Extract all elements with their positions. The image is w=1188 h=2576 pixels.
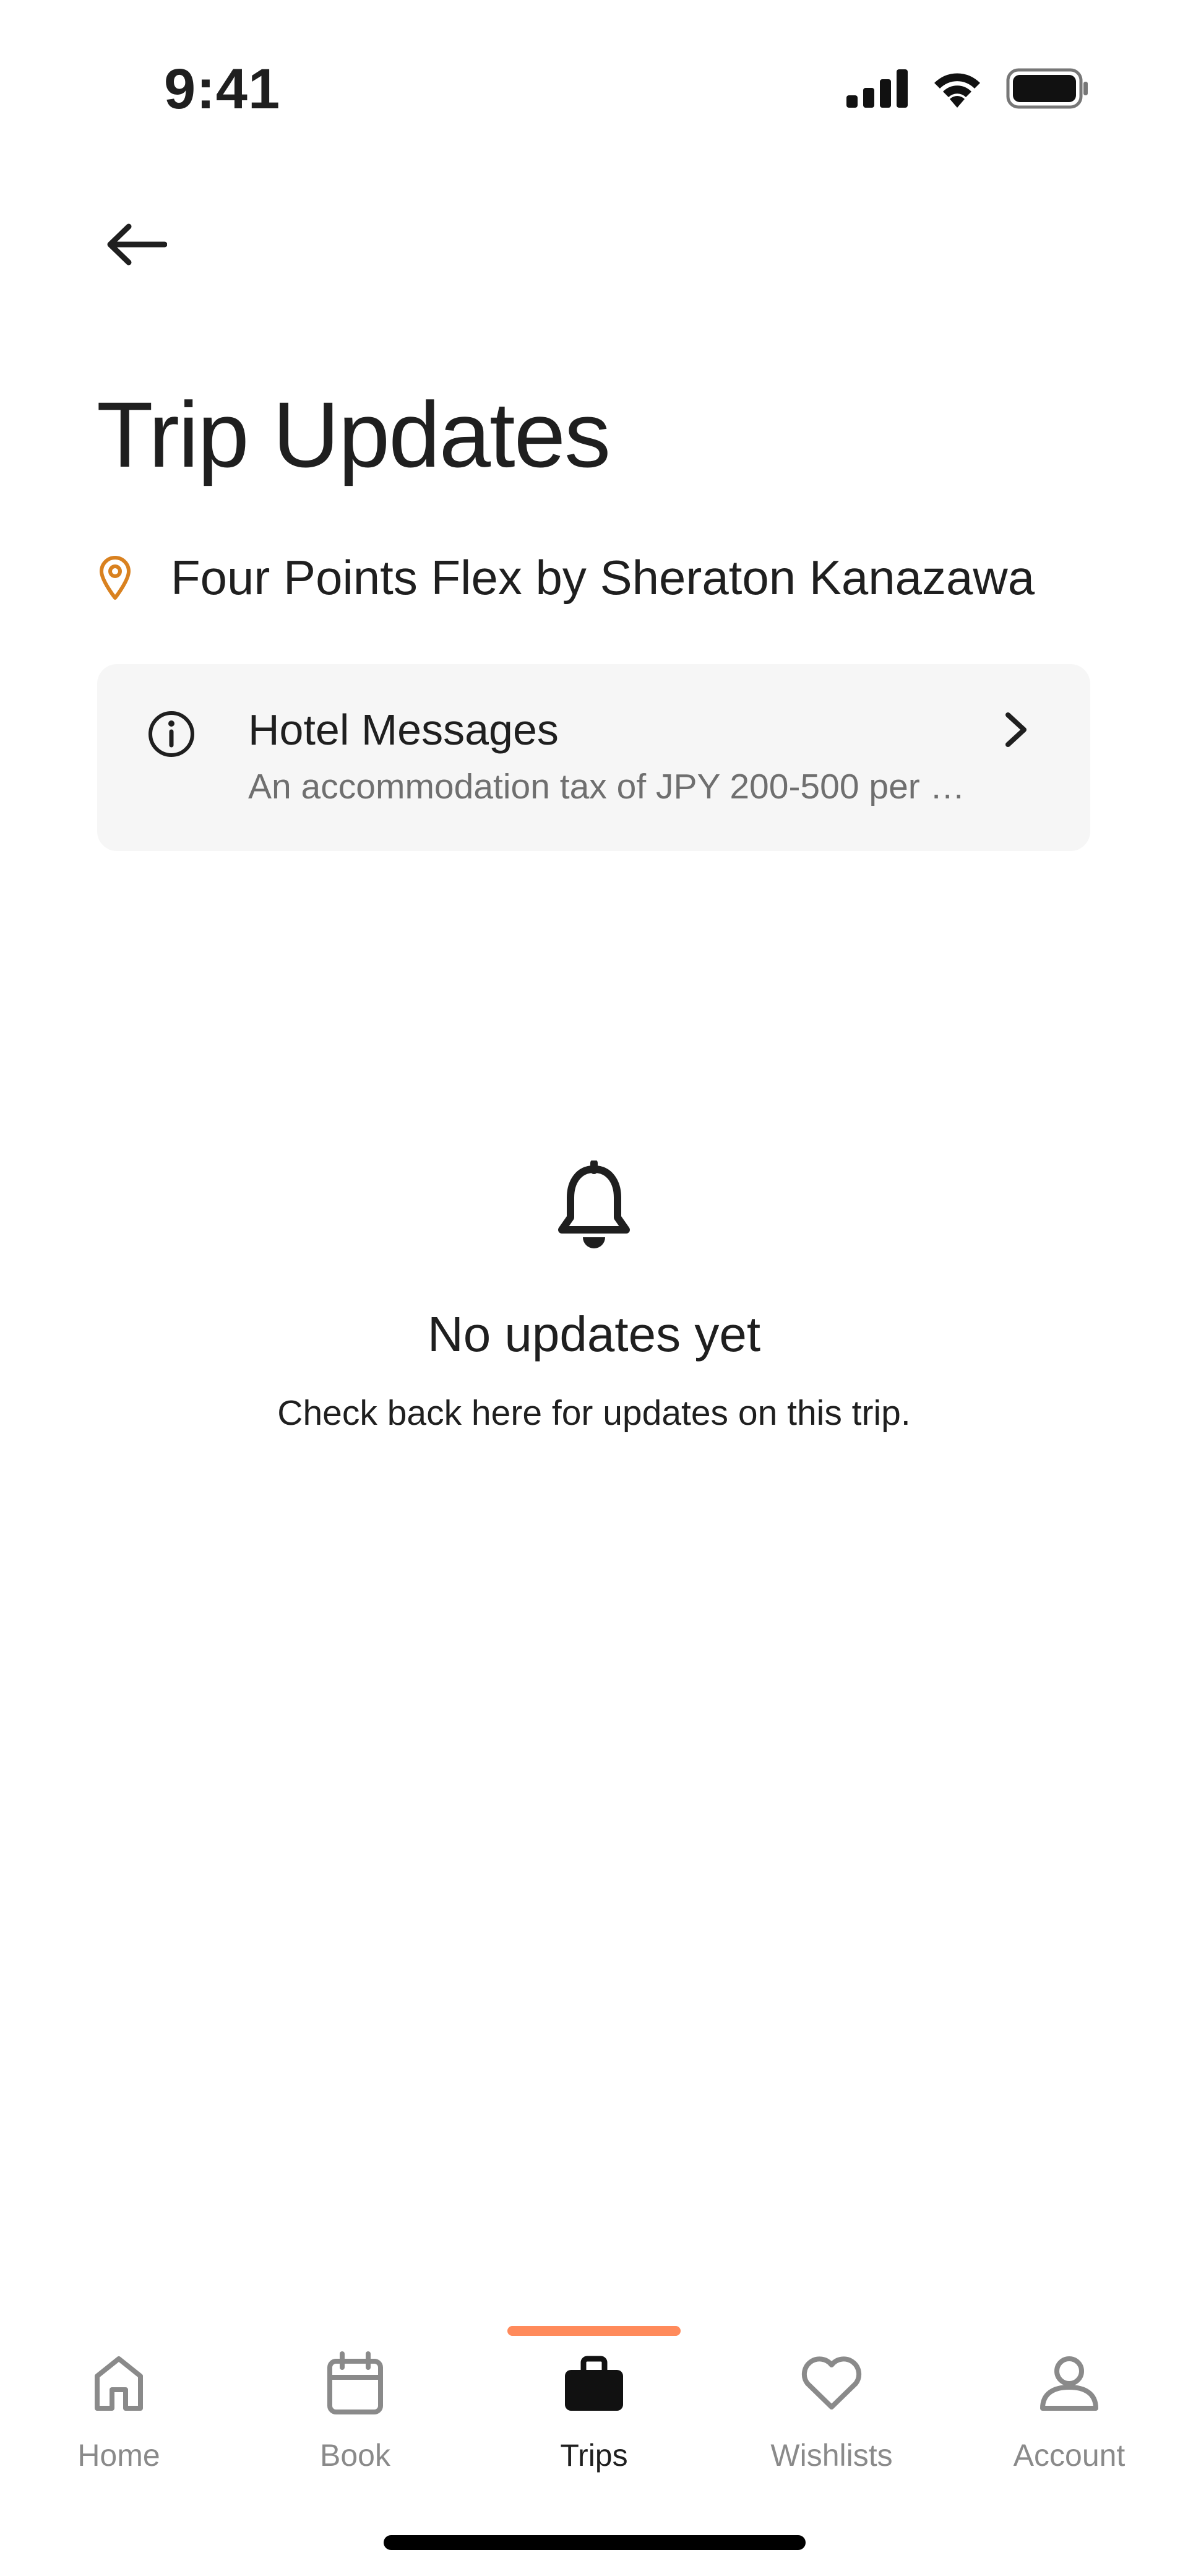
- bell-icon: [558, 1160, 630, 1248]
- hotel-messages-card[interactable]: Hotel Messages An accommodation tax of J…: [97, 664, 1090, 851]
- nav-home-label: Home: [77, 2438, 160, 2473]
- nav-book[interactable]: Book: [262, 2333, 448, 2494]
- nav-wishlists[interactable]: Wishlists: [739, 2333, 924, 2494]
- status-time: 9:41: [164, 58, 281, 121]
- cellular-signal-icon: [846, 69, 908, 108]
- heart-icon: [801, 2356, 862, 2410]
- calendar-icon: [327, 2351, 383, 2414]
- status-icons: [846, 67, 1089, 110]
- wifi-icon: [934, 73, 980, 108]
- hotel-name: Four Points Flex by Sheraton Kanazawa: [171, 550, 1035, 605]
- location-pin-icon: [99, 553, 144, 603]
- nav-wishlists-label: Wishlists: [770, 2438, 893, 2473]
- chevron-right-icon: [1005, 712, 1027, 747]
- arrow-left-icon: [107, 223, 167, 266]
- hotel-location: Four Points Flex by Sheraton Kanazawa: [99, 550, 1035, 606]
- briefcase-icon: [565, 2356, 623, 2411]
- person-icon: [1040, 2356, 1098, 2411]
- info-icon: [148, 711, 194, 757]
- home-icon: [95, 2356, 143, 2411]
- back-button[interactable]: [99, 214, 173, 275]
- nav-account[interactable]: Account: [976, 2333, 1162, 2494]
- nav-book-label: Book: [320, 2438, 390, 2473]
- battery-icon: [1006, 68, 1088, 109]
- hotel-messages-title: Hotel Messages: [248, 706, 559, 754]
- bottom-nav: Home Book Trips Wishlists Account: [0, 2333, 1188, 2494]
- nav-account-label: Account: [1013, 2438, 1126, 2473]
- empty-state-title: No updates yet: [427, 1307, 761, 1362]
- hotel-messages-preview: An accommodation tax of JPY 200-500 per …: [248, 767, 966, 806]
- home-indicator[interactable]: [384, 2535, 806, 2550]
- nav-home[interactable]: Home: [26, 2333, 212, 2494]
- empty-state-subtitle: Check back here for updates on this trip…: [277, 1393, 911, 1433]
- nav-trips-label: Trips: [560, 2438, 628, 2473]
- nav-trips[interactable]: Trips: [501, 2333, 687, 2494]
- page-title: Trip Updates: [97, 383, 611, 486]
